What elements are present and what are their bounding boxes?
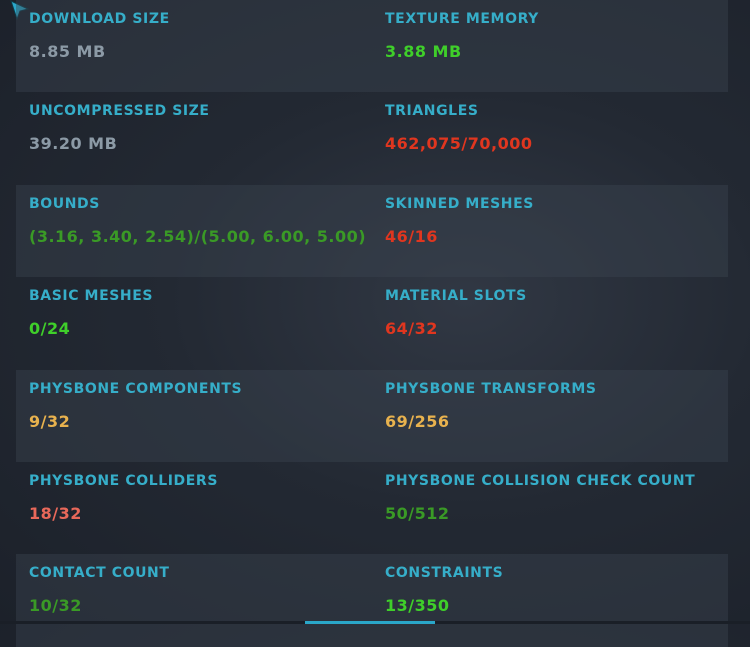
stat-value: 462,075/70,000 [385,134,533,154]
stat-label: MATERIAL SLOTS [385,288,527,305]
stat-value: 9/32 [29,411,71,431]
stat-label: PHYSBONE COMPONENTS [29,380,243,397]
stats-row-contacts: CONTACT COUNT 10/32 CONSTRAINTS 13/350 [16,554,728,647]
stat-label: TEXTURE MEMORY [385,11,539,27]
stat-label: PHYSBONE COLLISION CHECK COUNT [385,472,696,489]
stat-value: 39.20 MB [29,134,118,154]
stat-value: 64/32 [385,319,438,339]
stat-value: 46/16 [385,226,438,246]
stat-label: SKINNED MESHES [385,195,534,212]
stat-label: BOUNDS [29,195,100,212]
stat-value: 10/32 [29,596,82,616]
performance-stats-panel: DOWNLOAD SIZE 8.85 MB TEXTURE MEMORY 3.8… [16,0,728,647]
stat-value: 8.85 MB [29,42,106,61]
stats-row-meshes: BASIC MESHES 0/24 MATERIAL SLOTS 64/32 [16,277,728,369]
stat-value: 50/512 [385,503,450,523]
stat-label: CONTACT COUNT [29,565,170,582]
stats-row-uncompressed: UNCOMPRESSED SIZE 39.20 MB TRIANGLES 462… [16,92,728,184]
stat-value: 3.88 MB [385,42,462,61]
stat-value: 13/350 [385,596,450,616]
stats-row-physbone: PHYSBONE COMPONENTS 9/32 PHYSBONE TRANSF… [16,369,728,462]
stat-value: 69/256 [385,411,450,431]
stat-label: UNCOMPRESSED SIZE [29,103,210,120]
stat-value: 0/24 [29,319,71,339]
stats-row-colliders: PHYSBONE COLLIDERS 18/32 PHYSBONE COLLIS… [16,462,728,554]
stat-value: (3.16, 3.40, 2.54)/(5.00, 6.00, 5.00) [29,226,367,246]
stats-row-download: DOWNLOAD SIZE 8.85 MB TEXTURE MEMORY 3.8… [16,0,728,93]
stat-value: 18/32 [29,503,82,523]
stat-label: PHYSBONE COLLIDERS [29,472,218,489]
stat-label: BASIC MESHES [29,288,154,305]
stat-label: CONSTRAINTS [385,565,504,582]
stat-label: DOWNLOAD SIZE [29,11,170,27]
stat-label: PHYSBONE TRANSFORMS [385,380,597,397]
stat-label: TRIANGLES [385,103,479,120]
stats-row-bounds: BOUNDS (3.16, 3.40, 2.54)/(5.00, 6.00, 5… [16,184,728,278]
